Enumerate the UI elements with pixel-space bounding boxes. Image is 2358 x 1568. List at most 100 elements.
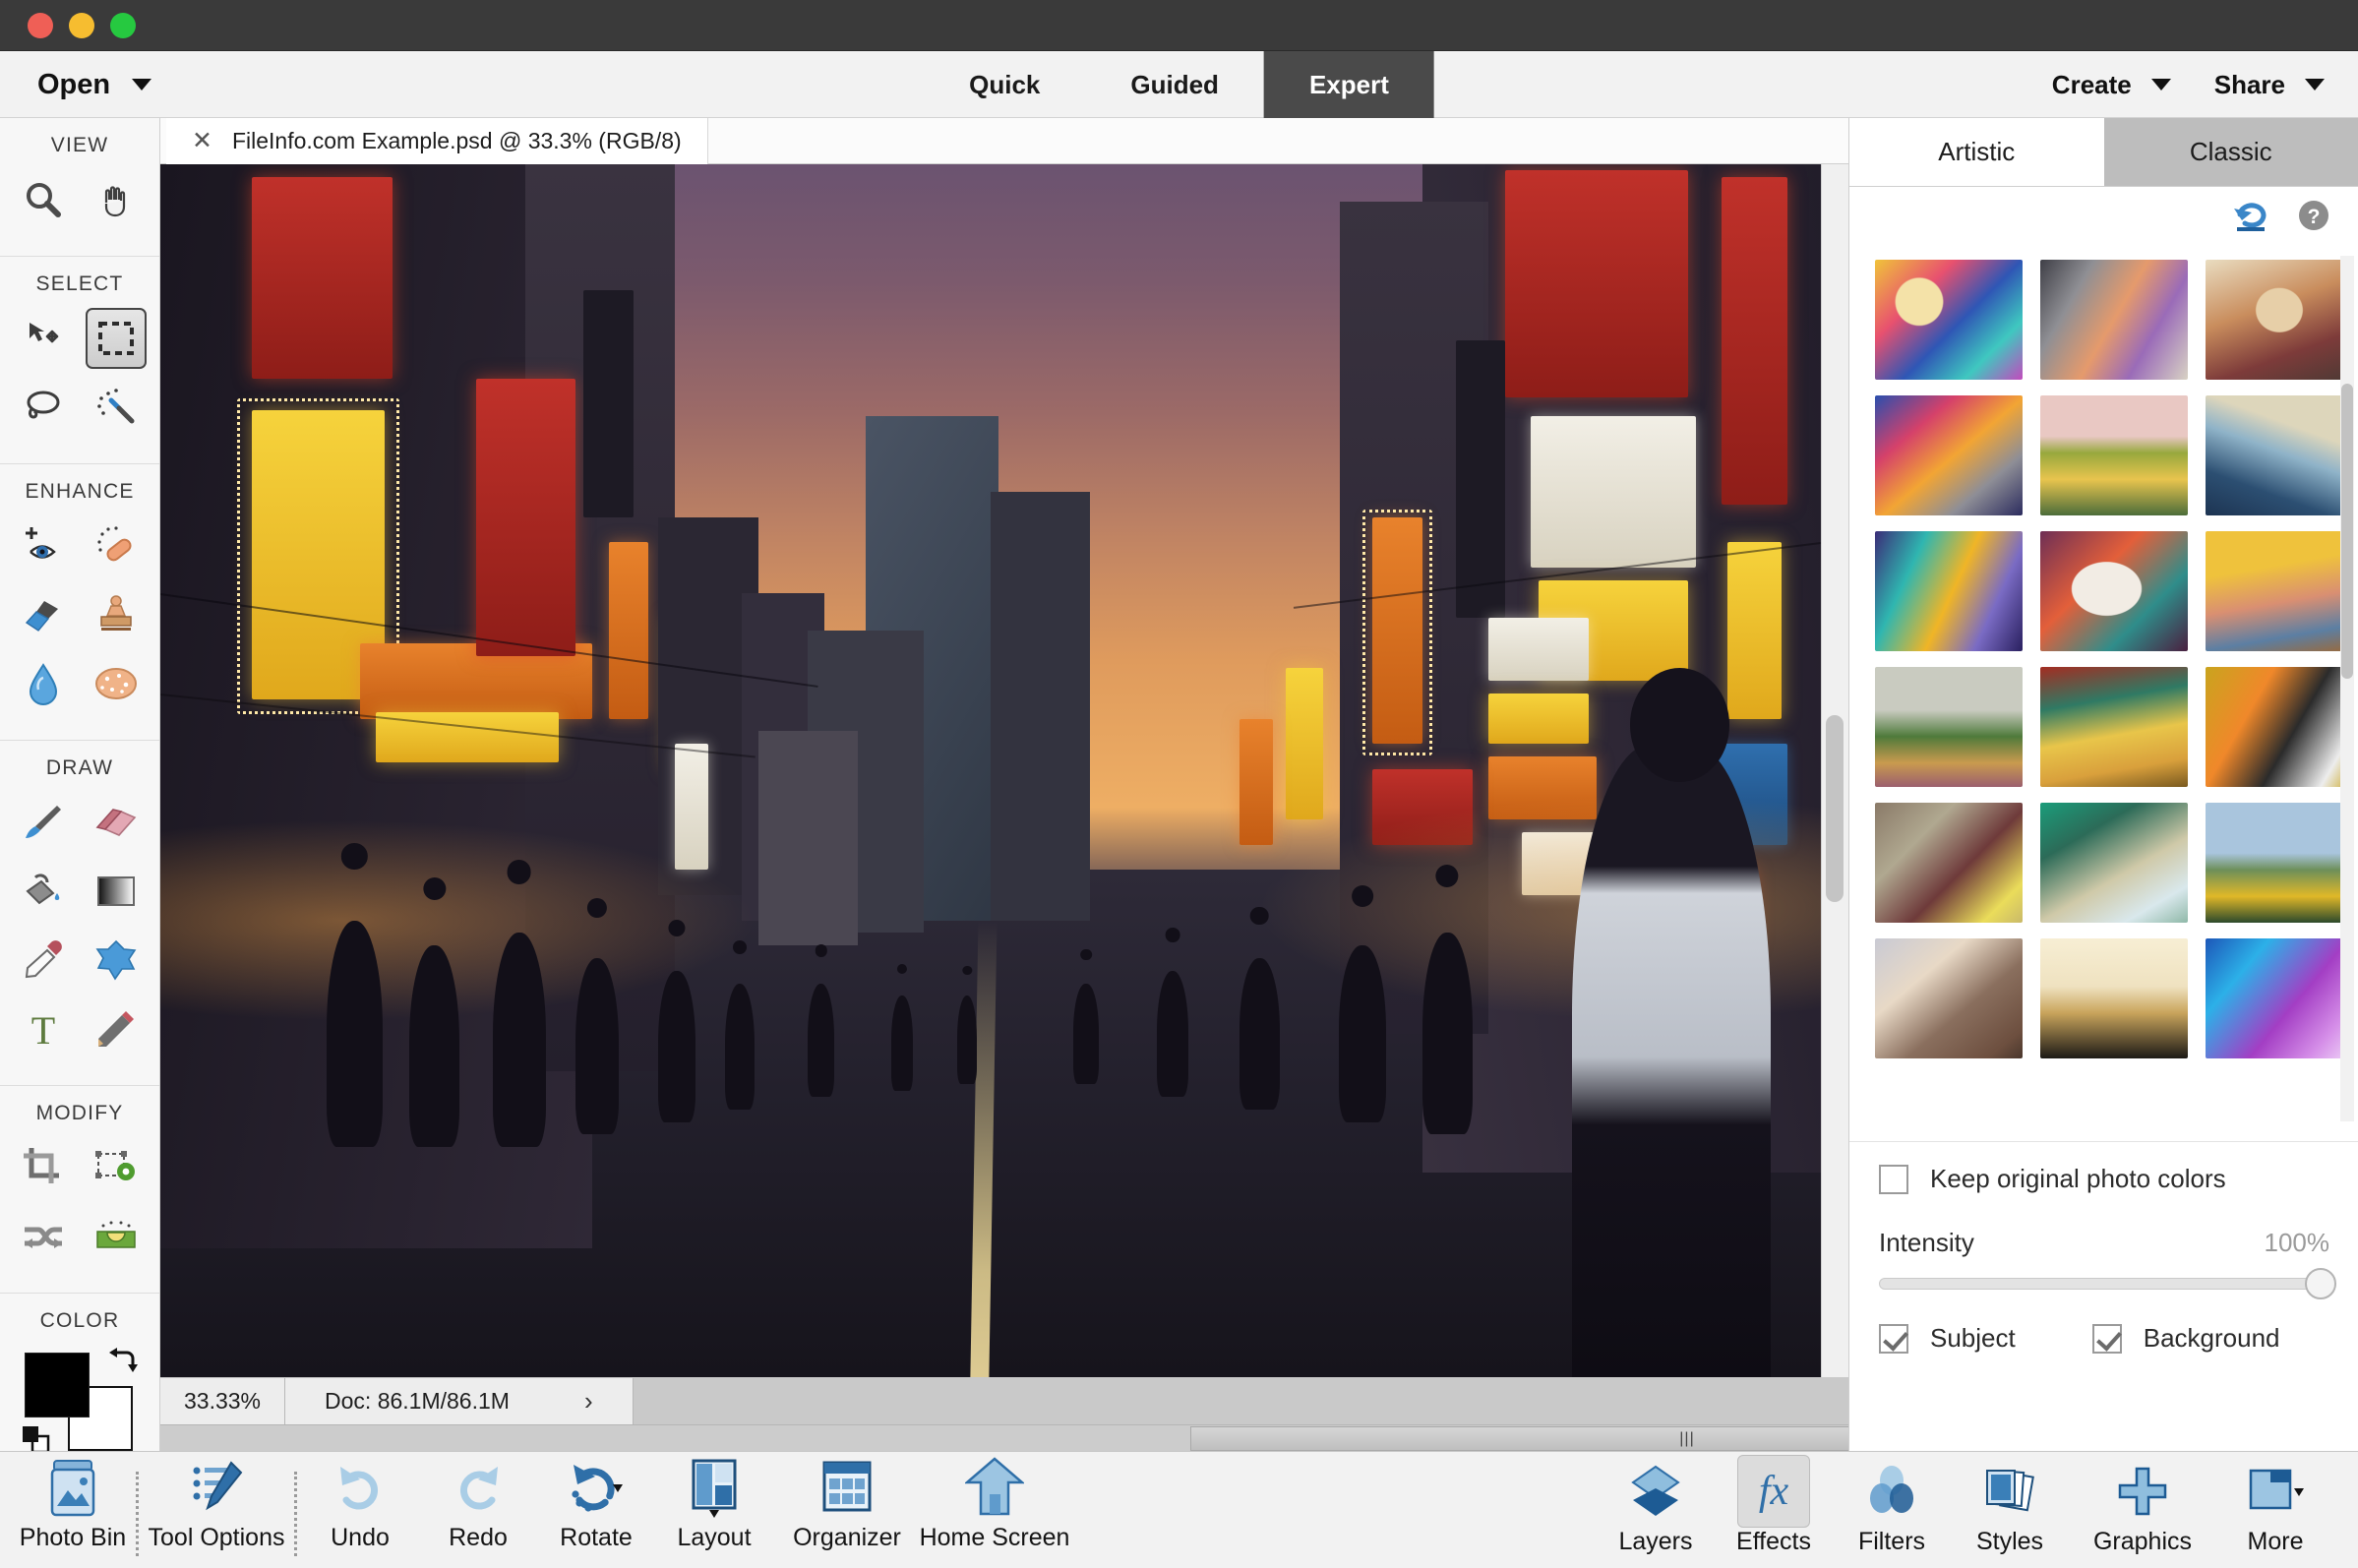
create-menu-button[interactable]: Create (2052, 70, 2171, 100)
quick-selection-tool[interactable] (86, 377, 147, 438)
taskbar-graphics[interactable]: Graphics (2069, 1461, 2216, 1568)
taskbar-rotate[interactable]: Rotate (537, 1457, 655, 1564)
paint-bucket-tool[interactable] (13, 861, 74, 922)
svg-text:T: T (31, 1008, 55, 1050)
gradient-tool[interactable] (86, 861, 147, 922)
taskbar-photo-bin[interactable]: Photo Bin (14, 1457, 132, 1564)
tab-guided[interactable]: Guided (1085, 51, 1264, 118)
tab-expert[interactable]: Expert (1263, 51, 1434, 118)
tab-quick[interactable]: Quick (924, 51, 1085, 118)
image-canvas[interactable] (160, 164, 1821, 1424)
intensity-slider[interactable] (1879, 1268, 2336, 1299)
scrollbar-thumb[interactable] (2341, 384, 2353, 679)
style-thumbnail[interactable] (2206, 395, 2353, 515)
style-thumbnail[interactable] (1875, 395, 2023, 515)
chevron-right-icon[interactable]: › (584, 1386, 593, 1417)
style-thumbnail[interactable] (2206, 667, 2353, 787)
help-icon[interactable]: ? (2297, 199, 2330, 232)
subject-row[interactable]: Subject (1879, 1323, 2016, 1354)
style-thumbnail[interactable] (2206, 260, 2353, 380)
taskbar-tool-options[interactable]: Tool Options (143, 1457, 290, 1564)
red-eye-removal-tool[interactable] (13, 515, 74, 576)
minimize-window-button[interactable] (69, 12, 94, 38)
crop-tool[interactable] (13, 1137, 74, 1198)
straighten-tool[interactable] (86, 1206, 147, 1267)
custom-shape-tool[interactable] (86, 930, 147, 991)
move-tool[interactable] (13, 308, 74, 369)
style-thumbnail[interactable] (2040, 938, 2188, 1058)
style-thumbnail[interactable] (2040, 395, 2188, 515)
style-thumbnail[interactable] (1875, 260, 2023, 380)
color-picker-tool[interactable] (13, 930, 74, 991)
subject-checkbox[interactable] (1879, 1323, 1908, 1354)
artistic-styles-list[interactable] (1849, 244, 2358, 1135)
style-thumbnail[interactable] (1875, 667, 2023, 787)
close-window-button[interactable] (28, 12, 53, 38)
brush-icon (26, 806, 61, 838)
style-thumbnail[interactable] (2040, 531, 2188, 651)
eraser-tool[interactable] (86, 792, 147, 853)
tools-sidebar: VIEW SELECT ENHANCE DRAW T MODIFY COLOR (0, 118, 160, 1454)
style-thumbnail[interactable] (2040, 260, 2188, 380)
tab-artistic[interactable]: Artistic (1849, 118, 2104, 186)
style-thumbnail[interactable] (2040, 803, 2188, 923)
style-thumbnail[interactable] (1875, 531, 2023, 651)
taskbar-organizer[interactable]: Organizer (773, 1457, 921, 1564)
sponge-tool[interactable] (86, 653, 147, 714)
rectangular-marquee-tool[interactable] (86, 308, 147, 369)
canvas-horizontal-scrollbar[interactable]: ||| (160, 1424, 2184, 1451)
neon-sign (608, 542, 649, 719)
letter-t-icon: T (31, 1008, 55, 1050)
zoom-level-display[interactable]: 33.33% (160, 1378, 286, 1424)
pencil-tool[interactable] (86, 998, 147, 1059)
spot-healing-brush-tool[interactable] (86, 515, 147, 576)
style-thumbnail[interactable] (1875, 803, 2023, 923)
taskbar-filters[interactable]: Filters (1833, 1461, 1951, 1568)
reset-effect-icon[interactable] (2232, 199, 2271, 232)
close-icon[interactable]: ✕ (192, 129, 212, 153)
taskbar-layout[interactable]: Layout (655, 1457, 773, 1564)
content-aware-move-tool[interactable] (86, 1137, 147, 1198)
recompose-tool[interactable] (13, 1206, 74, 1267)
keep-original-colors-label: Keep original photo colors (1930, 1164, 2226, 1193)
canvas-vertical-scrollbar[interactable] (1821, 164, 1848, 1424)
style-thumbnail[interactable] (2206, 803, 2353, 923)
brush-tool[interactable] (13, 792, 74, 853)
style-thumbnail[interactable] (1875, 938, 2023, 1058)
styles-scrollbar[interactable] (2340, 256, 2354, 1121)
keep-original-colors-checkbox[interactable] (1879, 1164, 1908, 1194)
taskbar-more[interactable]: More (2216, 1461, 2334, 1568)
blur-tool[interactable] (13, 653, 74, 714)
effect-options: Keep original photo colors Intensity 100… (1849, 1141, 2358, 1451)
type-tool[interactable]: T (13, 998, 74, 1059)
taskbar-layers[interactable]: Layers (1597, 1461, 1715, 1568)
background-checkbox[interactable] (2091, 1323, 2122, 1354)
swap-colors-icon[interactable] (107, 1345, 139, 1374)
taskbar-home-screen[interactable]: Home Screen (920, 1456, 1069, 1564)
taskbar-styles[interactable]: Styles (1951, 1461, 2069, 1568)
scrollbar-thumb[interactable] (1826, 715, 1844, 902)
style-thumbnail[interactable] (2206, 531, 2353, 651)
tool-group-select: SELECT (0, 257, 159, 464)
maximize-window-button[interactable] (110, 12, 136, 38)
clone-stamp-tool[interactable] (86, 584, 147, 645)
share-menu-button[interactable]: Share (2214, 70, 2325, 100)
tab-classic[interactable]: Classic (2103, 118, 2358, 186)
intensity-slider-handle[interactable] (2305, 1268, 2336, 1299)
zoom-tool[interactable] (13, 169, 74, 230)
open-menu-button[interactable]: Open (37, 51, 152, 118)
document-tab[interactable]: ✕ FileInfo.com Example.psd @ 33.3% (RGB/… (166, 118, 708, 164)
style-thumbnail[interactable] (2206, 938, 2353, 1058)
hand-tool[interactable] (86, 169, 147, 230)
smart-brush-tool[interactable] (13, 584, 74, 645)
lasso-tool[interactable] (13, 377, 74, 438)
keep-original-colors-row[interactable]: Keep original photo colors (1879, 1164, 2329, 1194)
taskbar-redo[interactable]: Redo (419, 1457, 537, 1564)
document-size-display[interactable]: Doc: 86.1M/86.1M › (285, 1378, 634, 1424)
foreground-color-swatch[interactable] (25, 1353, 90, 1417)
taskbar-effects[interactable]: fx Effects (1715, 1455, 1833, 1568)
taskbar-undo[interactable]: Undo (301, 1457, 419, 1564)
background-row[interactable]: Background (2091, 1323, 2280, 1354)
style-thumbnail[interactable] (2040, 667, 2188, 787)
tool-group-title-select: SELECT (35, 272, 124, 295)
